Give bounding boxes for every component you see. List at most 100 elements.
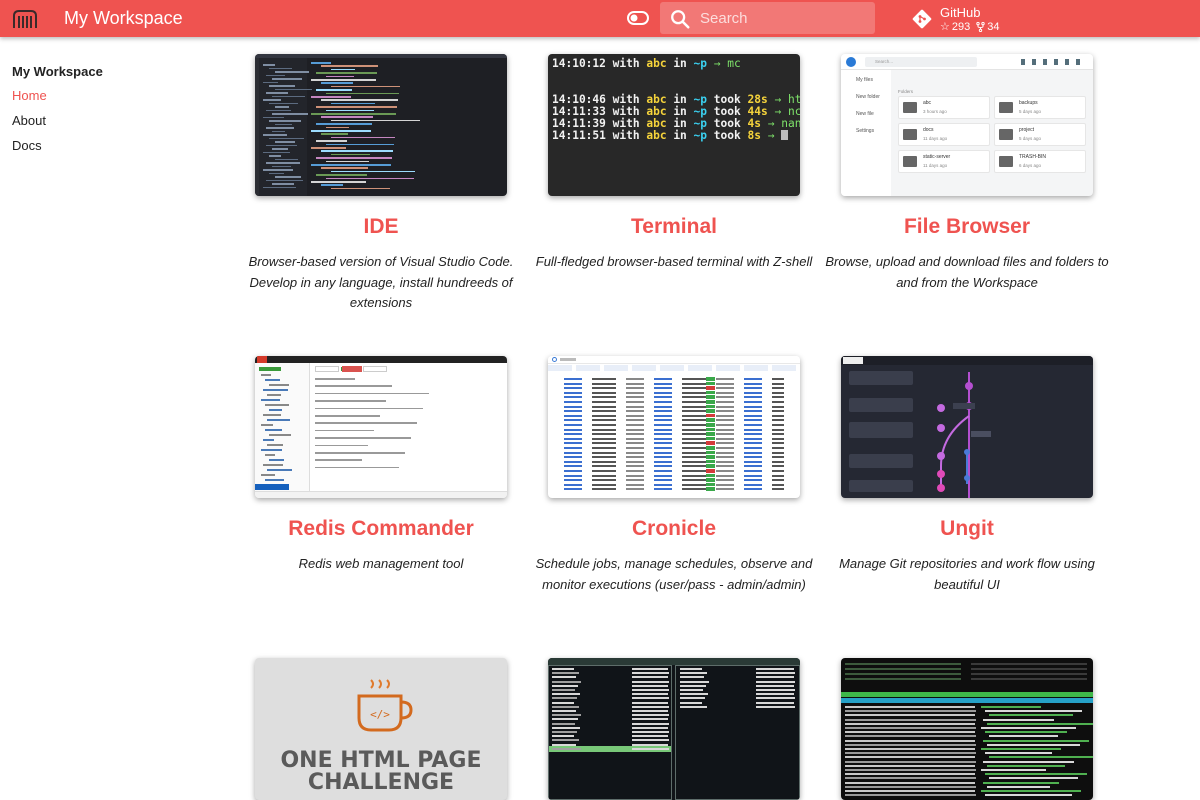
- table-row: [564, 428, 784, 431]
- status-badge: [706, 459, 715, 464]
- screenshot-detail: [845, 764, 975, 767]
- card-title[interactable]: Terminal: [528, 215, 820, 239]
- screenshot-detail: [552, 676, 576, 679]
- screenshot-detail: [267, 394, 281, 396]
- card-title[interactable]: File Browser: [821, 215, 1113, 239]
- sidebar-item-docs[interactable]: Docs: [12, 138, 42, 153]
- screenshot-detail: [275, 88, 312, 90]
- sidebar-item-home[interactable]: Home: [12, 88, 47, 103]
- screenshot-detail: [981, 769, 1046, 771]
- folder-item[interactable]: backups 5 days ago: [994, 96, 1086, 119]
- table-row: [564, 419, 784, 422]
- screenshot-detail: [272, 183, 294, 185]
- screenshot-detail: [983, 739, 1089, 742]
- table-row: [564, 437, 784, 440]
- screenshot-detail: [845, 794, 976, 797]
- screenshot-detail: [321, 150, 393, 152]
- screenshot-detail: [261, 399, 280, 401]
- folder-name: static-server: [923, 154, 951, 160]
- card-title[interactable]: Cronicle: [528, 517, 820, 541]
- screenshot-detail: [269, 102, 298, 104]
- search-box[interactable]: [660, 2, 875, 34]
- screenshot-detail: [272, 113, 308, 115]
- screenshot-detail: [266, 127, 294, 129]
- screenshot-detail: [989, 714, 1073, 717]
- screenshot-detail: [632, 718, 668, 721]
- folder-item[interactable]: abc 3 hours ago: [898, 96, 990, 119]
- screenshot-detail: [845, 756, 975, 759]
- screenshot-detail: [552, 705, 579, 708]
- screenshot-detail: [316, 89, 352, 91]
- app-logo-icon[interactable]: [12, 9, 38, 29]
- screenshot-detail: [552, 739, 579, 742]
- screenshot-detail: [266, 179, 303, 181]
- screenshot-detail: [326, 177, 414, 180]
- card-title[interactable]: Ungit: [821, 517, 1113, 541]
- screenshot-detail: [315, 422, 417, 424]
- screenshot-detail: [331, 85, 400, 88]
- screenshot-detail: [632, 680, 669, 683]
- file-manager-screenshot[interactable]: [548, 658, 800, 800]
- screenshot-detail: [632, 684, 668, 687]
- table-row: [564, 447, 784, 449]
- screenshot-detail: [261, 374, 271, 376]
- screenshot-detail: [632, 726, 668, 729]
- folder-age: 5 days ago: [1019, 109, 1042, 114]
- screenshot-detail: [845, 735, 976, 738]
- terminal-screenshot[interactable]: 14:10:12 with abc in ~p → mc 14:10:46 wi…: [548, 54, 800, 196]
- screenshot-detail: [845, 710, 976, 713]
- file-browser-screenshot[interactable]: Search... My files New folder New file S…: [841, 54, 1093, 196]
- static-server-screenshot[interactable]: </> ONE HTML PAGE CHALLENGE: [255, 658, 507, 800]
- folder-icon: [903, 156, 917, 167]
- screenshot-detail: [983, 781, 1059, 784]
- theme-toggle-icon[interactable]: [627, 11, 649, 25]
- screenshot-detail: [269, 409, 282, 411]
- screenshot-detail: [261, 449, 282, 451]
- redis-commander-screenshot[interactable]: [255, 356, 507, 498]
- table-row: [564, 451, 784, 454]
- table-row: [564, 470, 784, 472]
- screenshot-detail: [989, 756, 1093, 759]
- sidebar-item-about[interactable]: About: [12, 113, 46, 128]
- screenshot-detail: [845, 752, 976, 755]
- table-row: [564, 387, 784, 390]
- screenshot-detail: [756, 668, 794, 670]
- screenshot-detail: [265, 454, 275, 456]
- sidebar-heading[interactable]: My Workspace: [12, 64, 103, 79]
- search-input[interactable]: [700, 8, 865, 28]
- screenshot-detail: [267, 469, 292, 471]
- screenshot-detail: [632, 714, 669, 717]
- screenshot-detail: [275, 123, 292, 125]
- screenshot-detail: [552, 743, 576, 746]
- site-title[interactable]: My Workspace: [64, 8, 183, 29]
- table-row: [564, 474, 784, 477]
- status-badge: [706, 482, 715, 487]
- table-row: [564, 433, 784, 436]
- folder-name: TRASH-BIN: [1019, 154, 1046, 160]
- status-badge: [706, 386, 715, 390]
- card-title[interactable]: IDE: [235, 215, 527, 239]
- screenshot-detail: [269, 67, 292, 69]
- card-title[interactable]: Redis Commander: [235, 517, 527, 541]
- screenshot-detail: [269, 120, 301, 122]
- ide-screenshot[interactable]: [255, 54, 507, 196]
- screenshot-detail: [680, 705, 707, 708]
- table-row: [564, 483, 784, 486]
- screenshot-detail: [552, 714, 581, 717]
- screenshot-detail: [311, 79, 376, 81]
- folder-item[interactable]: docs 11 days ago: [898, 123, 990, 146]
- screenshot-detail: [265, 479, 284, 481]
- process-monitor-screenshot[interactable]: [841, 658, 1093, 800]
- folder-item[interactable]: project 5 days ago: [994, 123, 1086, 146]
- screenshot-detail: [315, 437, 411, 439]
- screenshot-detail: [756, 701, 794, 704]
- cronicle-screenshot[interactable]: [548, 356, 800, 498]
- screenshot-detail: [987, 764, 1065, 767]
- ungit-screenshot[interactable]: [841, 356, 1093, 498]
- screenshot-detail: [275, 106, 289, 108]
- folder-item[interactable]: TRASH-BIN 6 days ago: [994, 150, 1086, 173]
- github-link[interactable]: GitHub ☆ 293 34: [912, 4, 1032, 34]
- status-badge: [706, 395, 715, 399]
- screenshot-detail: [845, 714, 975, 717]
- folder-item[interactable]: static-server 11 days ago: [898, 150, 990, 173]
